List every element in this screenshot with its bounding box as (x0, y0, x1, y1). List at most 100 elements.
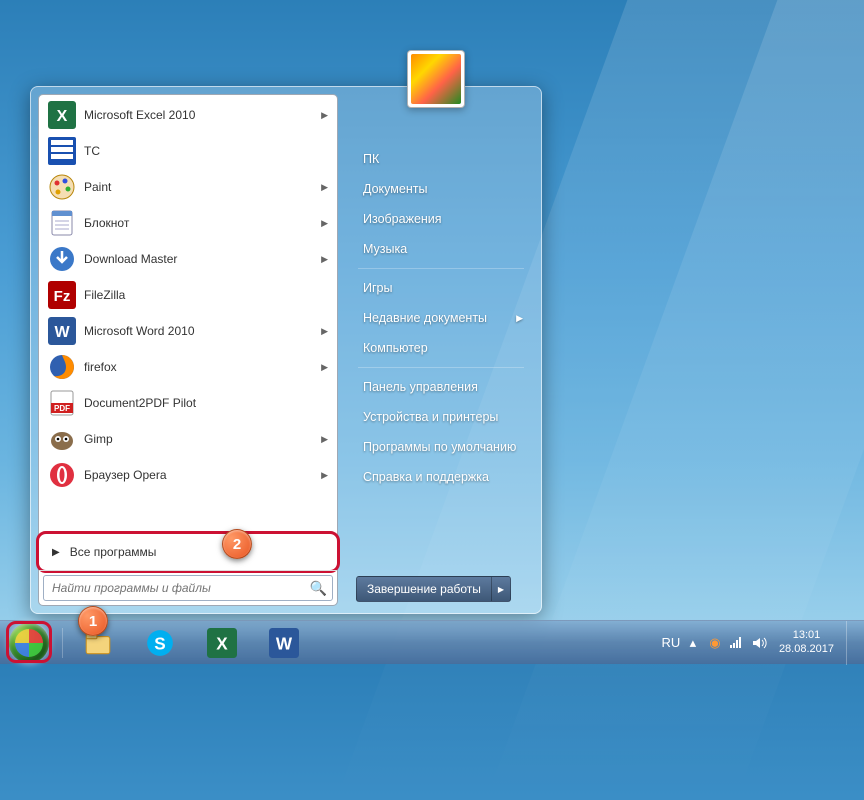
program-item-excel[interactable]: Microsoft Excel 2010▶ (41, 97, 335, 133)
tc-icon (48, 137, 76, 165)
right-item-label: Компьютер (363, 341, 428, 355)
program-item-dm[interactable]: Download Master▶ (41, 241, 335, 277)
shutdown-button[interactable]: Завершение работы (357, 577, 492, 601)
program-label: FileZilla (84, 288, 328, 302)
taskbar-item-excel[interactable] (192, 623, 252, 663)
program-item-pdf[interactable]: Document2PDF Pilot (41, 385, 335, 421)
right-item-label: Недавние документы (363, 311, 487, 325)
show-hidden-icons[interactable]: ▴ (685, 635, 701, 651)
program-label: Браузер Opera (84, 468, 321, 482)
user-picture[interactable] (407, 50, 465, 108)
program-label: Download Master (84, 252, 321, 266)
right-panel-item[interactable]: ПК (352, 144, 534, 174)
shutdown-options-button[interactable]: ▶ (492, 577, 510, 601)
user-picture-image (411, 54, 461, 104)
right-panel-item[interactable]: Изображения (352, 204, 534, 234)
taskbar-separator (62, 628, 63, 658)
search-container: 🔍 (39, 570, 337, 605)
submenu-arrow-icon: ▶ (321, 218, 328, 229)
right-panel-item[interactable]: Устройства и принтеры (352, 402, 534, 432)
excel-icon (207, 628, 237, 658)
right-item-label: ПК (363, 152, 379, 166)
shutdown-label: Завершение работы (367, 582, 481, 596)
submenu-arrow-icon: ▶ (321, 362, 328, 373)
program-item-word[interactable]: Microsoft Word 2010▶ (41, 313, 335, 349)
program-item-firefox[interactable]: firefox▶ (41, 349, 335, 385)
firefox-icon (48, 353, 76, 381)
submenu-arrow-icon: ▶ (516, 313, 523, 324)
program-label: Document2PDF Pilot (84, 396, 328, 410)
right-panel-item[interactable]: Справка и поддержка (352, 462, 534, 492)
language-indicator[interactable]: RU (663, 635, 679, 651)
tray-app-icon[interactable]: ◉ (707, 635, 723, 651)
network-icon[interactable] (729, 635, 745, 651)
show-desktop-button[interactable] (846, 621, 860, 665)
right-panel-item[interactable]: Недавние документы ▶ (352, 303, 534, 333)
right-panel-item[interactable]: Музыка (352, 234, 534, 264)
start-menu-left-panel: Microsoft Excel 2010▶TCPaint▶Блокнот▶Dow… (38, 94, 338, 606)
start-button[interactable] (0, 621, 58, 665)
program-label: Microsoft Word 2010 (84, 324, 321, 338)
separator (358, 367, 524, 368)
right-item-label: Панель управления (363, 380, 478, 394)
program-label: firefox (84, 360, 321, 374)
submenu-arrow-icon: ▶ (321, 110, 328, 121)
search-icon: 🔍 (310, 580, 327, 597)
submenu-arrow-icon: ▶ (321, 182, 328, 193)
program-label: Paint (84, 180, 321, 194)
program-label: Блокнот (84, 216, 321, 230)
start-menu: Microsoft Excel 2010▶TCPaint▶Блокнот▶Dow… (30, 86, 542, 614)
program-item-gimp[interactable]: Gimp▶ (41, 421, 335, 457)
right-panel-item[interactable]: Игры (352, 273, 534, 303)
word-icon (48, 317, 76, 345)
excel-icon (48, 101, 76, 129)
right-panel-item[interactable]: Панель управления (352, 372, 534, 402)
filezilla-icon (48, 281, 76, 309)
separator (43, 531, 333, 532)
arrow-right-icon: ▶ (52, 547, 60, 558)
search-input[interactable] (43, 575, 333, 601)
right-item-label: Устройства и принтеры (363, 410, 498, 424)
programs-list: Microsoft Excel 2010▶TCPaint▶Блокнот▶Dow… (39, 95, 337, 529)
submenu-arrow-icon: ▶ (321, 470, 328, 481)
right-item-label: Программы по умолчанию (363, 440, 516, 454)
taskbar: RU ▴ ◉ 13:01 28.08.2017 (0, 620, 864, 664)
program-label: Gimp (84, 432, 321, 446)
word-icon (269, 628, 299, 658)
skype-icon (145, 628, 175, 658)
opera-icon (48, 461, 76, 489)
volume-icon[interactable] (751, 635, 767, 651)
dm-icon (48, 245, 76, 273)
right-item-label: Игры (363, 281, 392, 295)
taskbar-item-word[interactable] (254, 623, 314, 663)
right-item-label: Справка и поддержка (363, 470, 489, 484)
program-item-notepad[interactable]: Блокнот▶ (41, 205, 335, 241)
annotation-badge-2: 2 (222, 529, 252, 559)
program-item-paint[interactable]: Paint▶ (41, 169, 335, 205)
program-item-filezilla[interactable]: FileZilla (41, 277, 335, 313)
notepad-icon (48, 209, 76, 237)
paint-icon (48, 173, 76, 201)
gimp-icon (48, 425, 76, 453)
clock[interactable]: 13:01 28.08.2017 (773, 629, 840, 655)
clock-date: 28.08.2017 (779, 643, 834, 656)
submenu-arrow-icon: ▶ (321, 326, 328, 337)
program-label: Microsoft Excel 2010 (84, 108, 321, 122)
right-item-label: Документы (363, 182, 427, 196)
right-panel-item[interactable]: Программы по умолчанию (352, 432, 534, 462)
taskbar-item-skype[interactable] (130, 623, 190, 663)
submenu-arrow-icon: ▶ (321, 434, 328, 445)
program-item-opera[interactable]: Браузер Opera▶ (41, 457, 335, 493)
start-menu-right-panel: ПК Документы Изображения Музыка Игры Недавние… (338, 94, 534, 606)
pdf-icon (48, 389, 76, 417)
clock-time: 13:01 (779, 629, 834, 642)
system-tray: RU ▴ ◉ 13:01 28.08.2017 (659, 621, 864, 664)
program-item-tc[interactable]: TC (41, 133, 335, 169)
submenu-arrow-icon: ▶ (321, 254, 328, 265)
right-panel-item[interactable]: Документы (352, 174, 534, 204)
shutdown-row: Завершение работы ▶ (352, 572, 534, 606)
right-item-label: Музыка (363, 242, 407, 256)
right-panel-item[interactable]: Компьютер (352, 333, 534, 363)
right-item-label: Изображения (363, 212, 442, 226)
all-programs-button[interactable]: ▶ Все программы (42, 537, 334, 567)
